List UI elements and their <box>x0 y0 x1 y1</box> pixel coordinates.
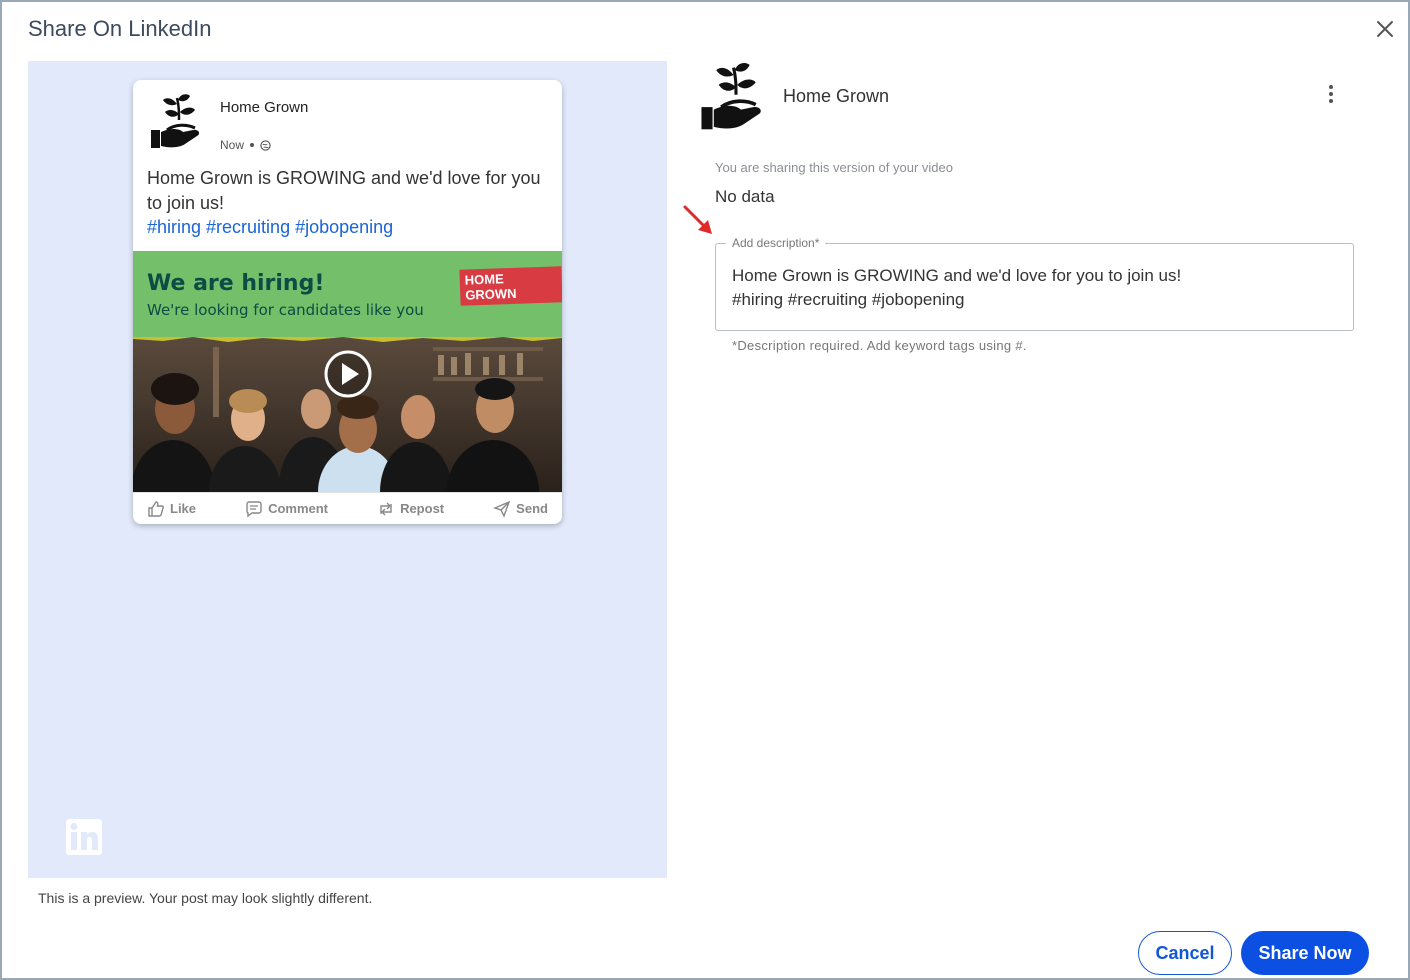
preview-disclaimer: This is a preview. Your post may look sl… <box>38 890 373 906</box>
post-text: Home Grown is GROWING and we'd love for … <box>147 168 541 213</box>
plant-hand-logo-icon <box>151 94 200 148</box>
separator-dot <box>250 143 255 147</box>
post-actions: Like Comment Repost Send <box>133 492 562 524</box>
repost-action[interactable]: Repost <box>377 500 444 518</box>
cancel-button[interactable]: Cancel <box>1138 931 1232 975</box>
post-meta: Now <box>220 138 271 152</box>
dialog-title: Share On LinkedIn <box>28 16 212 41</box>
description-field[interactable]: Add description* Home Grown is GROWING a… <box>715 236 1354 331</box>
post-author-name: Home Grown <box>220 99 309 116</box>
hiring-banner: We are hiring! We're looking for candida… <box>133 251 562 339</box>
like-label: Like <box>170 501 197 516</box>
post-time: Now <box>220 138 245 152</box>
share-now-button[interactable]: Share Now <box>1241 931 1369 975</box>
close-icon[interactable] <box>1372 16 1398 42</box>
comment-icon <box>246 500 262 517</box>
video-thumbnail[interactable] <box>133 337 562 492</box>
repost-icon <box>380 502 392 515</box>
repost-label: Repost <box>400 501 445 516</box>
globe-icon <box>260 139 271 151</box>
version-value: No data <box>715 187 775 206</box>
like-action[interactable]: Like <box>147 500 196 518</box>
version-label: You are sharing this version of your vid… <box>715 160 953 175</box>
post-hashtags[interactable]: #hiring #recruiting #jobopening <box>147 217 393 238</box>
share-linkedin-dialog: Share On LinkedIn Home Grown Now Home Gr… <box>0 0 1410 980</box>
send-label: Send <box>516 501 548 516</box>
description-label: Add description* <box>726 236 826 250</box>
send-icon <box>493 500 511 518</box>
annotation-arrow-icon <box>683 205 712 234</box>
more-vertical-icon[interactable] <box>1321 82 1341 106</box>
post-preview-card: Home Grown Now Home Grown is GROWING and… <box>133 80 562 524</box>
play-icon[interactable] <box>323 349 373 399</box>
preview-pane: Home Grown Now Home Grown is GROWING and… <box>28 61 667 878</box>
banner-title: We are hiring! <box>147 271 325 296</box>
thumbs-up-icon <box>148 500 164 517</box>
profile-name: Home Grown <box>783 86 890 106</box>
send-action[interactable]: Send <box>493 500 548 518</box>
linkedin-logo-icon <box>66 819 102 855</box>
description-input[interactable]: Home Grown is GROWING and we'd love for … <box>732 264 1332 312</box>
banner-subtitle: We're looking for candidates like you <box>147 301 424 319</box>
brand-badge: HOME GROWN <box>459 266 562 306</box>
plant-hand-logo-icon <box>701 62 761 130</box>
comment-label: Comment <box>268 501 329 516</box>
description-helper-text: *Description required. Add keyword tags … <box>732 338 1027 353</box>
comment-action[interactable]: Comment <box>245 500 328 518</box>
